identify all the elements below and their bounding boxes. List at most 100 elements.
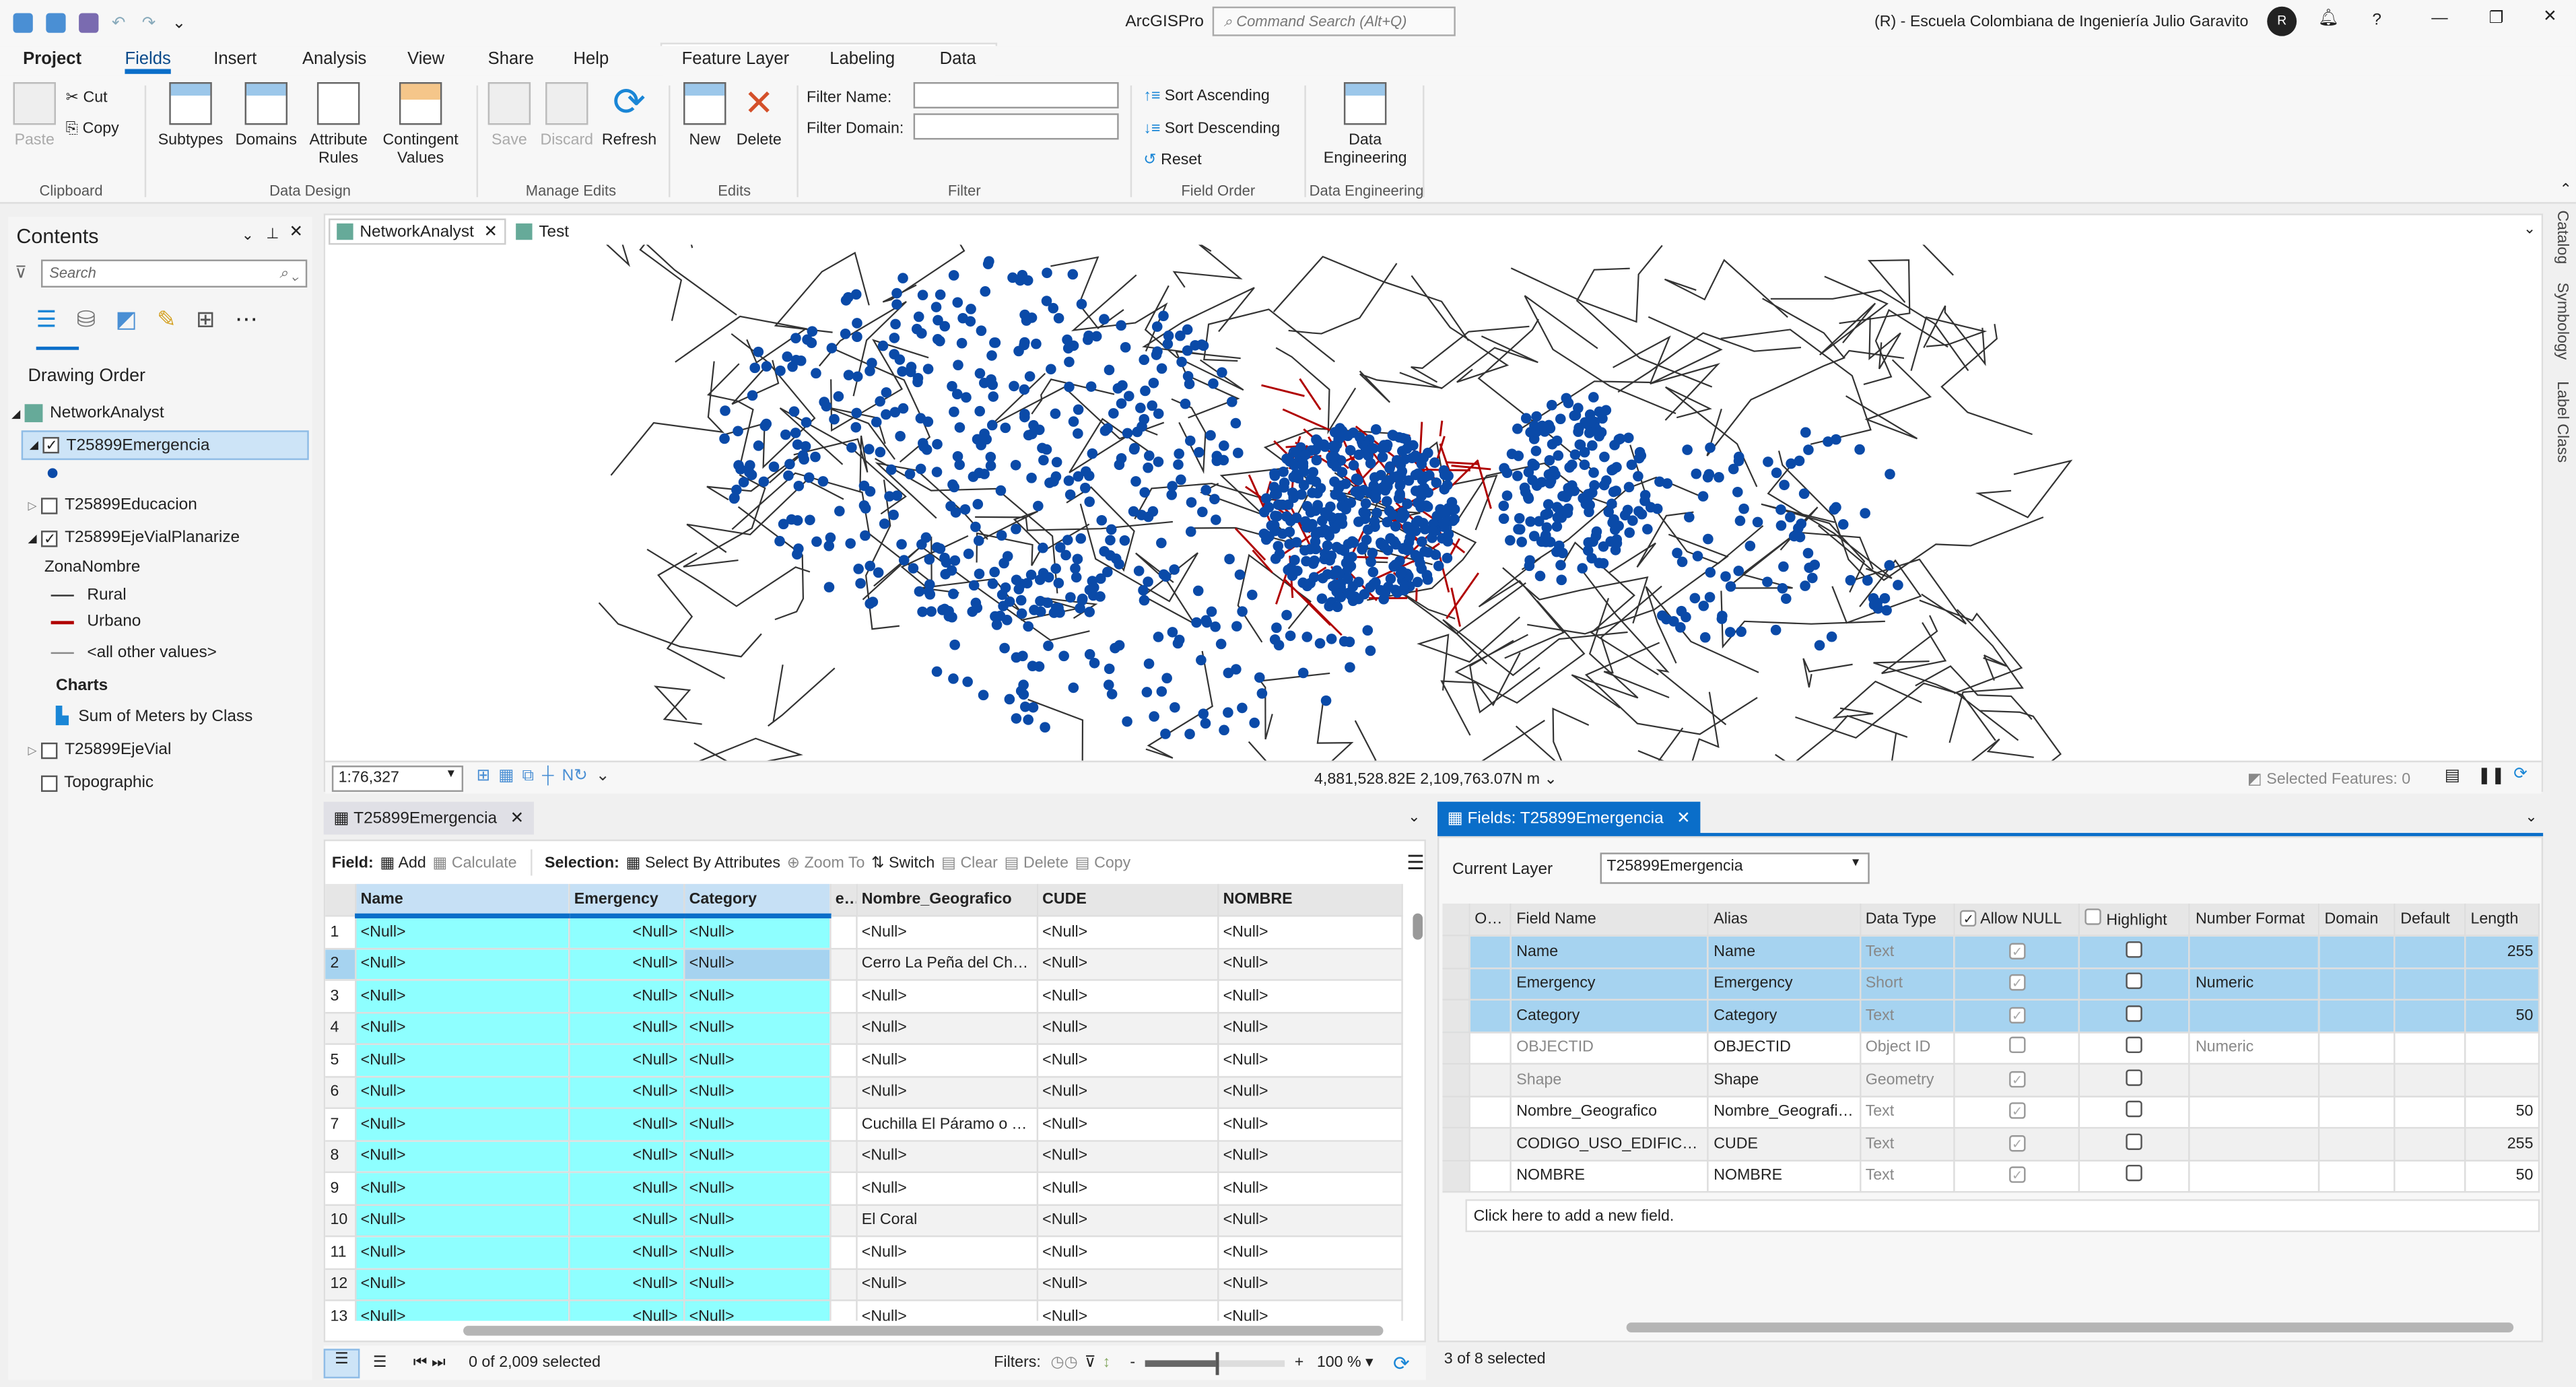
default-cell[interactable] <box>2394 1095 2466 1129</box>
catalog-tab[interactable]: Catalog <box>2553 210 2571 264</box>
tab-feature-layer[interactable]: Feature Layer <box>682 49 790 69</box>
help-icon[interactable]: ? <box>2372 11 2381 30</box>
highlight-cell[interactable] <box>2080 935 2191 969</box>
tab-view[interactable]: View <box>407 49 444 69</box>
table-row[interactable]: 12 <Null> <Null> <Null> <Null> <Null> <Null> <box>325 1268 1402 1301</box>
sort-ascending-button[interactable]: ↑≡ Sort Ascending <box>1143 87 1269 105</box>
alias-cell[interactable]: OBJECTID <box>1707 1031 1861 1065</box>
vertical-scrollbar[interactable] <box>1410 884 1426 1321</box>
visibility-checkbox[interactable]: ✓ <box>43 437 60 454</box>
domain-cell[interactable] <box>2318 1031 2396 1065</box>
number-format-cell[interactable] <box>2190 1063 2320 1097</box>
tab-data[interactable]: Data <box>940 49 976 69</box>
column-header[interactable]: e * <box>829 883 857 917</box>
close-tab-icon[interactable]: ✕ <box>510 809 524 827</box>
grid-icon[interactable]: ▦ <box>498 767 514 785</box>
label-class-tab[interactable]: Label Class <box>2553 381 2571 463</box>
save-project-icon[interactable] <box>79 13 99 33</box>
number-format-cell[interactable] <box>2190 1128 2320 1161</box>
legend-rural[interactable]: Rural <box>50 586 127 605</box>
data-type-cell[interactable]: Short <box>1860 968 1956 1001</box>
list-by-selection-icon[interactable]: ◩ <box>116 306 137 333</box>
refresh-button[interactable]: ⟳ Refresh <box>600 75 659 149</box>
default-cell[interactable] <box>2394 1031 2466 1065</box>
length-cell[interactable]: 50 <box>2464 1095 2540 1129</box>
highlight-checkbox[interactable] <box>2126 1037 2143 1054</box>
row-number[interactable]: 13 <box>325 1300 356 1321</box>
row-number[interactable]: 3 <box>325 980 356 1013</box>
tab-map-networkanalyst[interactable]: NetworkAnalyst ✕ <box>329 218 506 245</box>
length-cell[interactable] <box>2464 1063 2540 1097</box>
number-format-cell[interactable] <box>2190 935 2320 969</box>
discard-button[interactable]: Discard <box>537 75 597 149</box>
open-project-icon[interactable] <box>46 13 66 33</box>
highlight-cell[interactable] <box>2080 1063 2191 1097</box>
delete-field-button[interactable]: ✕ Delete <box>733 75 785 149</box>
reset-order-button[interactable]: ↺ Reset <box>1143 151 1201 169</box>
length-cell[interactable] <box>2464 968 2540 1001</box>
row-number[interactable]: 11 <box>325 1236 356 1269</box>
close-tab-icon[interactable]: ✕ <box>1676 809 1690 827</box>
subtypes-button[interactable]: Subtypes <box>156 75 225 149</box>
allow-null-cell[interactable]: ✓ <box>1955 1159 2081 1193</box>
field-row[interactable]: Category Category Text ✓ 50 <box>1442 999 2540 1033</box>
tab-attribute-table[interactable]: ▦ T25899Emergencia ✕ <box>323 801 534 835</box>
tab-fields-view[interactable]: ▦ Fields: T25899Emergencia ✕ <box>1437 801 1701 835</box>
table-row[interactable]: 10 <Null> <Null> <Null> El Coral <Null> <Null> <box>325 1204 1402 1238</box>
add-field-button[interactable]: ▦ Add <box>380 854 426 872</box>
row-selector[interactable] <box>1442 1128 1470 1161</box>
domain-cell[interactable] <box>2318 1159 2396 1193</box>
guides-icon[interactable]: ┼ <box>542 767 553 785</box>
filter-icon[interactable]: ⊽ <box>1085 1354 1096 1372</box>
row-selector[interactable] <box>1442 935 1470 969</box>
table-row[interactable]: 5 <Null> <Null> <Null> <Null> <Null> <Null> <box>325 1044 1402 1077</box>
table-row[interactable]: 13 <Null> <Null> <Null> <Null> <Null> <Null> <box>325 1300 1402 1321</box>
collapse-ribbon-icon[interactable]: ⌃ <box>2560 180 2572 199</box>
toc-map-networkanalyst[interactable]: ◢ NetworkAnalyst <box>11 404 164 423</box>
show-all-records-icon[interactable]: ☰ <box>323 1348 360 1378</box>
close-window-icon[interactable]: ✕ <box>2543 8 2556 26</box>
horizontal-scrollbar[interactable] <box>325 1321 1409 1341</box>
list-by-editing-icon[interactable]: ✎ <box>157 306 176 333</box>
default-cell[interactable] <box>2394 1128 2466 1161</box>
allow-null-checkbox[interactable]: ✓ <box>2008 1007 2026 1023</box>
default-cell[interactable] <box>2394 1063 2466 1097</box>
toc-layer-emergencia[interactable]: ◢ ✓ T25899Emergencia <box>21 430 309 461</box>
field-row[interactable]: OBJECTID OBJECTID Object ID Numeric <box>1442 1031 2540 1065</box>
tab-fields[interactable]: Fields <box>125 49 171 74</box>
length-cell[interactable]: 50 <box>2464 999 2540 1033</box>
contingent-values-button[interactable]: Contingent Values <box>376 75 465 168</box>
filter-icon[interactable]: ⊽ <box>15 265 27 283</box>
table-zoom-slider[interactable] <box>1145 1351 1285 1375</box>
allow-null-cell[interactable]: ✓ <box>1955 1128 2081 1161</box>
current-layer-dropdown[interactable]: T25899Emergencia ▼ <box>1600 852 1870 884</box>
alias-cell[interactable]: NOMBRE <box>1707 1159 1861 1193</box>
column-header[interactable]: Number Format <box>2190 904 2320 937</box>
data-type-cell[interactable]: Text <box>1860 1159 1956 1193</box>
domain-cell[interactable] <box>2318 1128 2396 1161</box>
field-row[interactable]: Emergency Emergency Short ✓ Numeric <box>1442 968 2540 1001</box>
alias-cell[interactable]: Nombre_Geografico <box>1707 1095 1861 1129</box>
minimize-icon[interactable]: — <box>2431 10 2447 28</box>
sort-descending-button[interactable]: ↓≡ Sort Descending <box>1143 120 1280 138</box>
row-selector[interactable] <box>1442 1031 1470 1065</box>
new-field-button[interactable]: New <box>680 75 729 149</box>
allow-null-cell[interactable]: ✓ <box>1955 999 2081 1033</box>
pause-drawing-icon[interactable]: ❚❚ <box>2478 767 2505 785</box>
allow-null-checkbox[interactable]: ✓ <box>2008 1102 2026 1120</box>
pane-options-icon[interactable]: ⌄ <box>1408 808 1420 826</box>
table-row[interactable]: 9 <Null> <Null> <Null> <Null> <Null> <Null> <box>325 1172 1402 1205</box>
field-name-cell[interactable]: Emergency <box>1510 968 1709 1001</box>
default-cell[interactable] <box>2394 935 2466 969</box>
row-number[interactable]: 2 <box>325 947 356 981</box>
close-tab-icon[interactable]: ✕ <box>484 223 498 241</box>
column-header[interactable]: Data Type <box>1860 904 1956 937</box>
snapping-icon[interactable]: ⧉ <box>522 767 534 785</box>
alias-cell[interactable]: CUDE <box>1707 1128 1861 1161</box>
pane-options-icon[interactable]: ⌄ <box>2525 808 2537 826</box>
column-header[interactable]: Nombre_Geografico <box>856 883 1038 917</box>
allow-null-checkbox[interactable]: ✓ <box>2008 942 2026 959</box>
default-cell[interactable] <box>2394 1159 2466 1193</box>
allow-null-checkbox[interactable]: ✓ <box>2008 1135 2026 1151</box>
tab-analysis[interactable]: Analysis <box>302 49 366 69</box>
